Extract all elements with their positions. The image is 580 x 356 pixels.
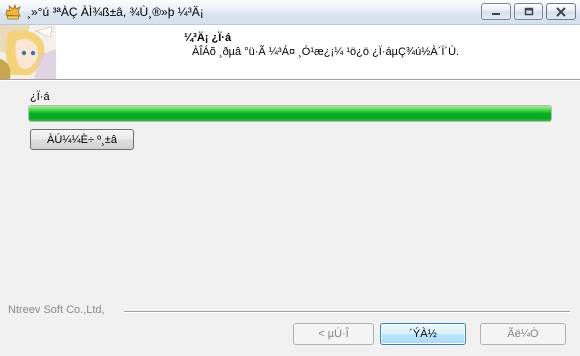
back-button[interactable]: < µÚ·Î bbox=[293, 323, 374, 345]
header-subtitle: ÀÎÁõ ¸ðµâ °ü·Ã ¼³Á¤ ¸Ó¹æ¿¡¼­ ¹ö¿ö ¿Ï·áµÇ… bbox=[192, 46, 460, 58]
cancel-button[interactable]: Ãë¼Ò bbox=[480, 323, 566, 345]
close-finish-button[interactable]: ´ÝÀ½ bbox=[380, 323, 466, 345]
maximize-icon bbox=[524, 7, 533, 15]
minimize-button[interactable] bbox=[481, 3, 511, 20]
progress-fill bbox=[29, 106, 551, 121]
character-banner-image bbox=[0, 25, 56, 79]
header-divider bbox=[0, 79, 580, 81]
window-title: ¸»°ú ³ªÀÇ ÀÌ¾ß±â, ¾Ù¸®»þ ¼³Ä¡ bbox=[27, 5, 204, 19]
close-button[interactable] bbox=[546, 3, 576, 20]
brand-label: Ntreev Soft Co.,Ltd, bbox=[8, 304, 105, 316]
status-label: ¿Ï·á bbox=[30, 91, 50, 103]
minimize-icon bbox=[492, 12, 500, 15]
maximize-button[interactable] bbox=[514, 3, 543, 20]
show-details-button[interactable]: ÀÚ¼¼È÷ º¸±â bbox=[30, 129, 134, 150]
footer-divider bbox=[124, 311, 570, 313]
install-progress-bar bbox=[28, 105, 552, 122]
installer-window: ¸»°ú ³ªÀÇ ÀÌ¾ß±â, ¾Ù¸®»þ ¼³Ä¡ ¼³Ä¡ ¿Ï·á … bbox=[0, 0, 580, 356]
header-banner: ¼³Ä¡ ¿Ï·á ÀÎÁõ ¸ðµâ °ü·Ã ¼³Á¤ ¸Ó¹æ¿¡¼­ ¹… bbox=[0, 25, 580, 79]
close-icon bbox=[556, 6, 566, 17]
header-title: ¼³Ä¡ ¿Ï·á bbox=[184, 32, 232, 44]
title-bar[interactable]: ¸»°ú ³ªÀÇ ÀÌ¾ß±â, ¾Ù¸®»þ ¼³Ä¡ bbox=[0, 0, 580, 25]
installer-app-icon[interactable] bbox=[4, 3, 22, 21]
